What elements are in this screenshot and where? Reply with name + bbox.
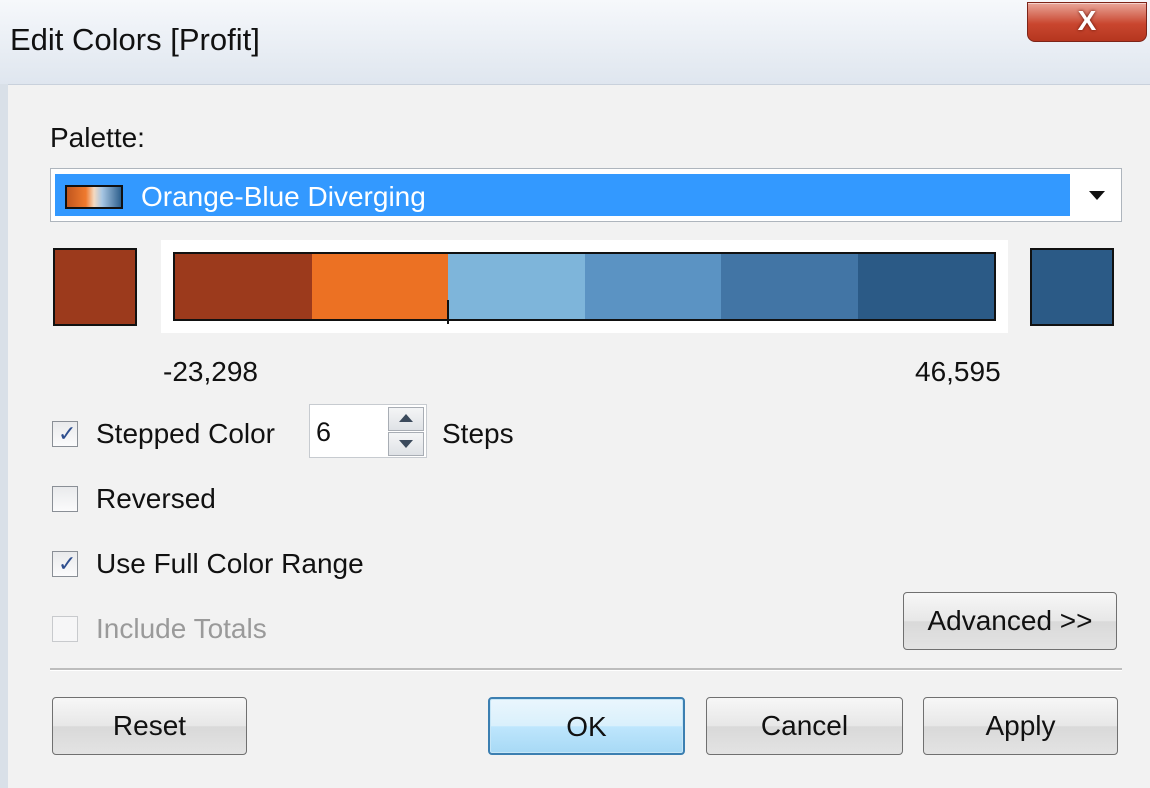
window-frame xyxy=(0,84,8,788)
dialog-title: Edit Colors [Profit] xyxy=(10,22,260,57)
stepped-color-checkbox[interactable]: ✓ xyxy=(52,421,78,447)
check-icon: ✓ xyxy=(58,551,77,576)
use-full-color-range-checkbox[interactable]: ✓ xyxy=(52,551,78,577)
color-step-6 xyxy=(857,254,994,319)
advanced-button[interactable]: Advanced >> xyxy=(903,592,1117,650)
stepper-up-button[interactable] xyxy=(388,407,424,431)
range-max-label: 46,595 xyxy=(915,356,1001,387)
reversed-checkbox[interactable] xyxy=(52,486,78,512)
color-ramp[interactable] xyxy=(161,240,1008,333)
separator xyxy=(50,668,1122,671)
range-min-label: -23,298 xyxy=(163,356,258,387)
close-icon: X xyxy=(1077,5,1097,36)
apply-button[interactable]: Apply xyxy=(923,697,1118,755)
palette-selected-value: Orange-Blue Diverging xyxy=(141,181,426,212)
stepper-down-button[interactable] xyxy=(388,432,424,456)
steps-label: Steps xyxy=(442,418,514,449)
reversed-label: Reversed xyxy=(96,483,216,514)
end-color-swatch[interactable] xyxy=(1030,248,1114,326)
color-ramp-steps xyxy=(173,252,996,321)
dialog-titlebar: Edit Colors [Profit] X xyxy=(0,0,1150,85)
include-totals-label: Include Totals xyxy=(96,613,267,644)
arrow-up-icon xyxy=(399,414,413,422)
color-step-3 xyxy=(448,254,585,319)
steps-input[interactable] xyxy=(314,413,388,451)
color-step-1 xyxy=(175,254,312,319)
start-color-swatch[interactable] xyxy=(53,248,137,326)
stepped-color-label: Stepped Color xyxy=(96,418,276,449)
cancel-button[interactable]: Cancel xyxy=(706,697,903,755)
palette-selection-highlight: Orange-Blue Diverging xyxy=(55,174,1070,216)
arrow-down-icon xyxy=(399,440,413,448)
palette-dropdown[interactable]: Orange-Blue Diverging xyxy=(50,168,1122,222)
color-step-4 xyxy=(584,254,721,319)
palette-preview-icon xyxy=(65,185,123,209)
check-icon: ✓ xyxy=(58,421,77,446)
ok-button[interactable]: OK xyxy=(488,697,685,755)
color-step-5 xyxy=(721,254,858,319)
close-button[interactable]: X xyxy=(1027,2,1147,42)
steps-stepper[interactable] xyxy=(309,404,427,458)
zero-center-marker xyxy=(447,300,449,324)
use-full-color-range-label: Use Full Color Range xyxy=(96,548,364,579)
chevron-down-icon[interactable] xyxy=(1089,191,1105,200)
reset-button[interactable]: Reset xyxy=(52,697,247,755)
color-step-2 xyxy=(311,254,448,319)
include-totals-checkbox xyxy=(52,616,78,642)
palette-label: Palette: xyxy=(50,122,145,153)
